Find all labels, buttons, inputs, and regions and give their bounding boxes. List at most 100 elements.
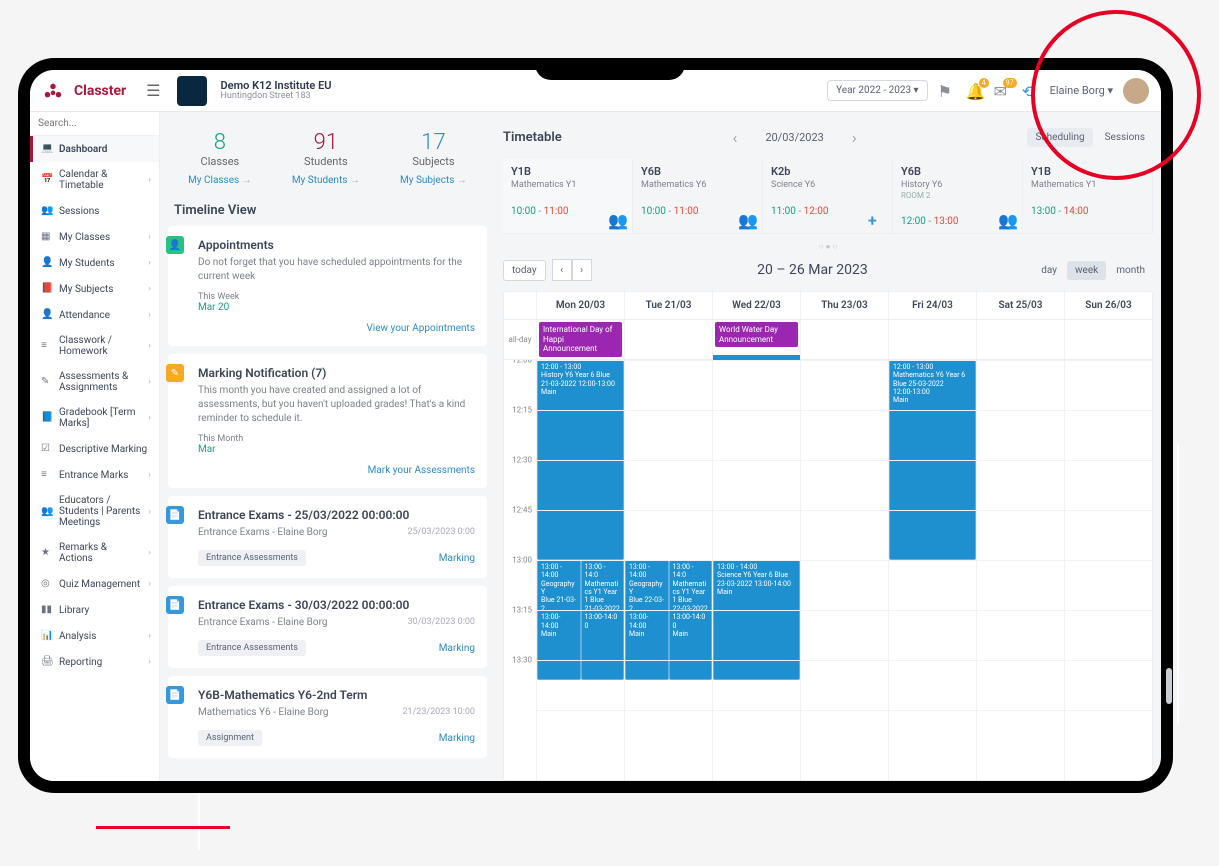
card-action-link[interactable]: Marking: [439, 733, 475, 744]
sidebar-item-quiz-management[interactable]: ◎Quiz Management›: [30, 571, 159, 597]
tt-tab-sessions[interactable]: Sessions: [1097, 128, 1153, 147]
class-card[interactable]: K2bScience Y611:00 - 12:00+: [763, 159, 893, 233]
institute-badge[interactable]: [177, 76, 207, 106]
nav-label: Reporting: [59, 657, 102, 668]
stat-label: Classes: [188, 155, 252, 168]
cal-column: [800, 360, 888, 780]
tt-next-icon[interactable]: ›: [844, 124, 865, 151]
nav-icon: 👤: [41, 309, 53, 321]
cal-day-header: Sun 26/03: [1064, 292, 1152, 319]
card-desc: This month you have created and assigned…: [198, 384, 475, 426]
card-action-link[interactable]: Mark your Assessments: [368, 465, 475, 476]
nav-icon: 📊: [41, 630, 53, 642]
bell-icon[interactable]: 🔔4: [966, 82, 984, 100]
sidebar-item-entrance-marks[interactable]: ≡Entrance Marks›: [30, 462, 159, 488]
sync-icon[interactable]: ⟲: [1022, 82, 1040, 100]
sidebar-item-educators-students-parents-meetings[interactable]: 👥Educators / Students | Parents Meetings…: [30, 488, 159, 535]
avatar[interactable]: [1123, 78, 1149, 104]
view-tab-month[interactable]: month: [1108, 261, 1153, 280]
time-label: 13:00: [512, 555, 532, 564]
chevron-right-icon: ›: [148, 579, 151, 589]
teams-icon[interactable]: 👥: [998, 211, 1014, 227]
sidebar-item-my-classes[interactable]: ▦My Classes›: [30, 224, 159, 250]
plus-icon[interactable]: +: [868, 211, 884, 227]
allday-event[interactable]: International Day of Happi Announcement: [539, 322, 622, 357]
nav-icon: ◎: [41, 578, 53, 590]
sidebar-item-reporting[interactable]: 🖨Reporting›: [30, 649, 159, 675]
sidebar-item-dashboard[interactable]: 💻Dashboard: [30, 136, 159, 162]
class-name: Y6B: [641, 165, 754, 178]
cal-prev-button[interactable]: ‹: [552, 259, 572, 281]
search-input[interactable]: [30, 112, 159, 136]
card-date: 30/03/2023 0:00: [408, 616, 475, 629]
cal-day-header: Wed 22/03: [712, 292, 800, 319]
allday-event[interactable]: World Water Day Announcement: [715, 322, 798, 347]
calendar-event[interactable]: 13:00 - 14:0Mathematics Y1 Year1 Blue21-…: [581, 560, 625, 680]
card-badge-icon: 📄: [166, 506, 184, 524]
chevron-right-icon: ›: [148, 258, 151, 268]
mail-icon[interactable]: ✉97: [994, 82, 1012, 100]
hamburger-icon[interactable]: ☰: [146, 81, 160, 100]
calendar-event[interactable]: 13:00 - 14:0Mathematics Y1 Year1 Blue22-…: [669, 560, 713, 680]
stat-link[interactable]: My Students →: [292, 175, 360, 186]
sidebar-item-library[interactable]: ▮▮Library: [30, 597, 159, 623]
timeline-card: 👤AppointmentsDo not forget that you have…: [168, 226, 487, 346]
card-action-link[interactable]: Marking: [439, 643, 475, 654]
calendar-day-header: Mon 20/03Tue 21/03Wed 22/03Thu 23/03Fri …: [504, 292, 1152, 320]
nav-label: Dashboard: [59, 144, 107, 155]
class-card[interactable]: Y6BMathematics Y610:00 - 11:00👥: [633, 159, 763, 233]
cal-column: [976, 360, 1064, 780]
view-tab-week[interactable]: week: [1067, 261, 1106, 280]
sidebar-item-assessments-assignments[interactable]: ✎Assessments & Assignments›: [30, 364, 159, 400]
allday-cell: [1064, 320, 1152, 359]
class-card[interactable]: Y1BMathematics Y110:00 - 11:00👥: [503, 159, 633, 233]
nav-icon: 👥: [41, 506, 53, 518]
card-title: Appointments: [198, 238, 475, 252]
tt-prev-icon[interactable]: ‹: [725, 124, 746, 151]
stat-students: 91StudentsMy Students →: [292, 130, 360, 187]
sidebar-item-gradebook-term-marks-[interactable]: 📘Gradebook [Term Marks]›: [30, 400, 159, 436]
cal-column: [1064, 360, 1152, 780]
class-name: Y1B: [511, 165, 624, 178]
teams-icon[interactable]: 👥: [738, 211, 754, 227]
calendar-event[interactable]: 13:00 - 14:00Science Y6 Year 6 Blue23-03…: [713, 560, 800, 680]
teams-icon[interactable]: 👥: [608, 211, 624, 227]
stat-link[interactable]: My Subjects →: [400, 175, 467, 186]
sidebar-item-sessions[interactable]: 👥Sessions: [30, 198, 159, 224]
nav-icon: ☑: [41, 443, 53, 455]
allday-cell: [624, 320, 712, 359]
cal-next-button[interactable]: ›: [572, 259, 592, 281]
nav-label: Descriptive Marking: [59, 444, 147, 455]
flag-icon[interactable]: ⚑: [938, 82, 956, 100]
user-name[interactable]: Elaine Borg ▾: [1050, 84, 1113, 97]
sidebar-item-remarks-actions[interactable]: ★Remarks & Actions›: [30, 535, 159, 571]
chevron-right-icon: ›: [148, 284, 151, 294]
class-card[interactable]: Y6BHistory Y6ROOM 212:00 - 13:00👥: [893, 159, 1023, 233]
card-action-link[interactable]: View your Appointments: [366, 323, 475, 334]
tt-tab-scheduling[interactable]: Scheduling: [1027, 128, 1092, 147]
stat-link[interactable]: My Classes →: [188, 175, 252, 186]
card-desc: Do not forget that you have scheduled ap…: [198, 256, 475, 284]
sidebar-item-analysis[interactable]: 📊Analysis›: [30, 623, 159, 649]
class-card[interactable]: Y1BMathematics Y113:00 - 14:00: [1023, 159, 1153, 233]
calendar-event[interactable]: 13:00 - 14:00Geography YBlue 22-03-213:0…: [625, 560, 669, 680]
sidebar-item-my-students[interactable]: 👤My Students›: [30, 250, 159, 276]
app-screen: Classter ☰ Demo K12 Institute EU Hunting…: [30, 70, 1161, 781]
calendar-body[interactable]: 12:0012:1512:3012:4513:0013:1513:30 12:0…: [504, 360, 1152, 780]
card-badge-icon: 📄: [166, 596, 184, 614]
sidebar-item-attendance[interactable]: 👤Attendance›: [30, 302, 159, 328]
nav-label: Remarks & Actions: [59, 542, 142, 564]
sidebar-item-calendar-timetable[interactable]: 📅Calendar & Timetable›: [30, 162, 159, 198]
view-tab-day[interactable]: day: [1033, 261, 1065, 280]
year-selector[interactable]: Year 2022 - 2023 ▾: [827, 80, 928, 101]
sidebar-item-descriptive-marking[interactable]: ☑ Descriptive Marking: [30, 436, 159, 462]
sidebar-item-my-subjects[interactable]: 📕My Subjects›: [30, 276, 159, 302]
calendar-event[interactable]: 13:00 - 14:00Geography YBlue 21-03-213:0…: [537, 560, 581, 680]
carousel-dots[interactable]: ○ ● ○: [503, 240, 1153, 253]
today-button[interactable]: today: [503, 260, 546, 281]
card-meta-value: Mar: [198, 444, 475, 455]
card-action-link[interactable]: Marking: [439, 553, 475, 564]
sidebar-item-classwork-homework[interactable]: ≡Classwork / Homework›: [30, 328, 159, 364]
calendar: Mon 20/03Tue 21/03Wed 22/03Thu 23/03Fri …: [503, 291, 1153, 781]
stat-number: 17: [400, 130, 467, 155]
